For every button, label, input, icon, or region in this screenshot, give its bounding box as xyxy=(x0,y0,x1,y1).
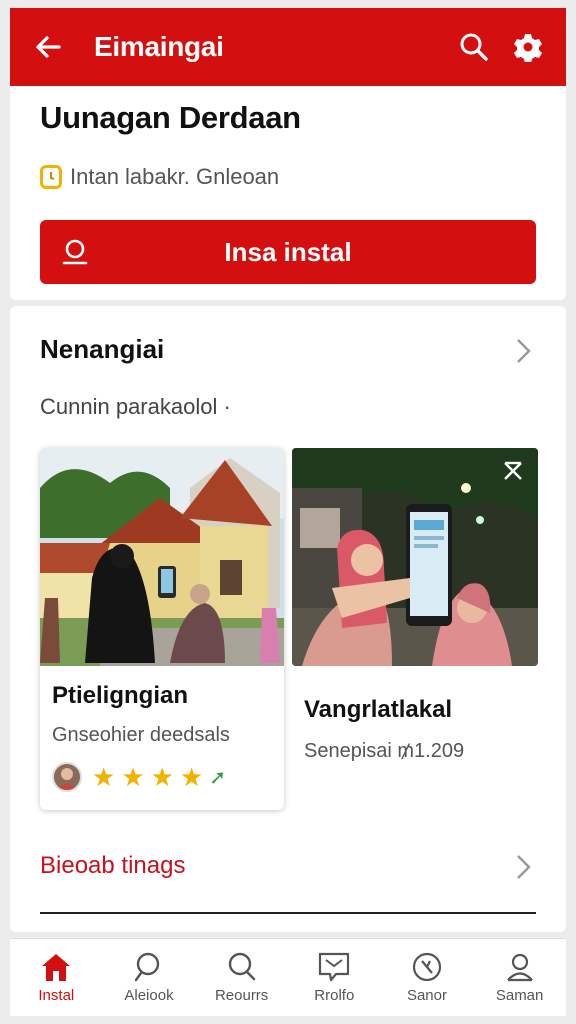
nav-label: Saman xyxy=(495,987,544,1004)
section-title: Nenangiai xyxy=(40,334,165,364)
nav-item-reourrs[interactable]: Reourrs xyxy=(199,951,285,1004)
rating-row: ★ ★ ★ ★ ➚ xyxy=(52,762,226,792)
village-photo xyxy=(40,448,284,666)
search-icon xyxy=(460,33,488,61)
compass-icon xyxy=(412,952,442,982)
install-button-label: Insa instal xyxy=(224,236,352,267)
divider xyxy=(40,912,536,914)
home-icon xyxy=(42,954,71,981)
search-icon xyxy=(134,952,160,982)
close-icon[interactable] xyxy=(502,460,524,482)
gear-icon xyxy=(514,34,542,62)
content-card[interactable]: Ptieligngian Gnseohier deedsals ★ ★ ★ ★ … xyxy=(40,448,284,810)
content-card[interactable]: Vangrlatlakal Senepisai ₥1.209 xyxy=(292,448,538,810)
person-icon xyxy=(506,953,533,982)
nav-item-aleiook[interactable]: Aleiook xyxy=(106,951,192,1004)
chevron-right-icon[interactable] xyxy=(512,336,534,366)
bottom-navigation: Instal Aleiook Reourrs Rrolfo Sanor Sama… xyxy=(10,938,566,1016)
clock-icon xyxy=(40,165,62,189)
star-icon: ★ xyxy=(92,762,116,792)
settings-button[interactable] xyxy=(508,27,548,67)
install-button[interactable]: Insa instal xyxy=(40,220,536,284)
nav-label: Rrolfo xyxy=(314,987,355,1004)
status-row: Intan labakr. Gnleoan xyxy=(40,164,536,190)
status-text: Intan labakr. Gnleoan xyxy=(70,164,280,189)
install-icon xyxy=(62,239,88,265)
app-name: Uunagan Derdaan xyxy=(40,100,301,135)
chevron-right-icon[interactable] xyxy=(512,852,534,882)
footer-link[interactable]: Bieoab tinags xyxy=(40,852,185,880)
avatar xyxy=(52,762,82,792)
nav-label: Sanor xyxy=(406,987,447,1004)
search-button[interactable] xyxy=(454,27,494,67)
app-title: Eimaingai xyxy=(94,31,224,62)
nav-label: Instal xyxy=(38,987,75,1004)
section-subtitle: Cunnin parakaolol · xyxy=(40,394,231,419)
card-title: Vangrlatlakal xyxy=(304,696,453,723)
nav-item-rrolfo[interactable]: Rrolfo xyxy=(291,951,377,1004)
nav-item-saman[interactable]: Saman xyxy=(477,951,563,1004)
arrow-left-icon xyxy=(36,36,61,58)
app-info-card: Uunagan Derdaan Intan labakr. Gnleoan In… xyxy=(10,86,566,300)
recommendations-section: Nenangiai Cunnin parakaolol · Ptieligngi… xyxy=(10,306,566,932)
card-title: Ptieligngian xyxy=(52,682,189,709)
card-subtitle: Senepisai ₥1.209 xyxy=(304,740,465,762)
nav-item-sanor[interactable]: Sanor xyxy=(384,951,470,1004)
app-bar: Eimaingai xyxy=(10,8,566,86)
back-button[interactable] xyxy=(28,27,68,67)
star-icon: ★ xyxy=(121,762,145,792)
nav-item-instal[interactable]: Instal xyxy=(13,951,99,1004)
search-icon xyxy=(228,952,255,981)
star-icon: ★ xyxy=(150,762,174,792)
nav-label: Aleiook xyxy=(124,987,174,1004)
nav-label: Reourrs xyxy=(214,987,269,1004)
star-icon: ★ xyxy=(179,762,204,792)
card-subtitle: Gnseohier deedsals xyxy=(52,724,230,746)
message-icon xyxy=(319,952,350,982)
share-icon: ➚ xyxy=(209,766,227,789)
